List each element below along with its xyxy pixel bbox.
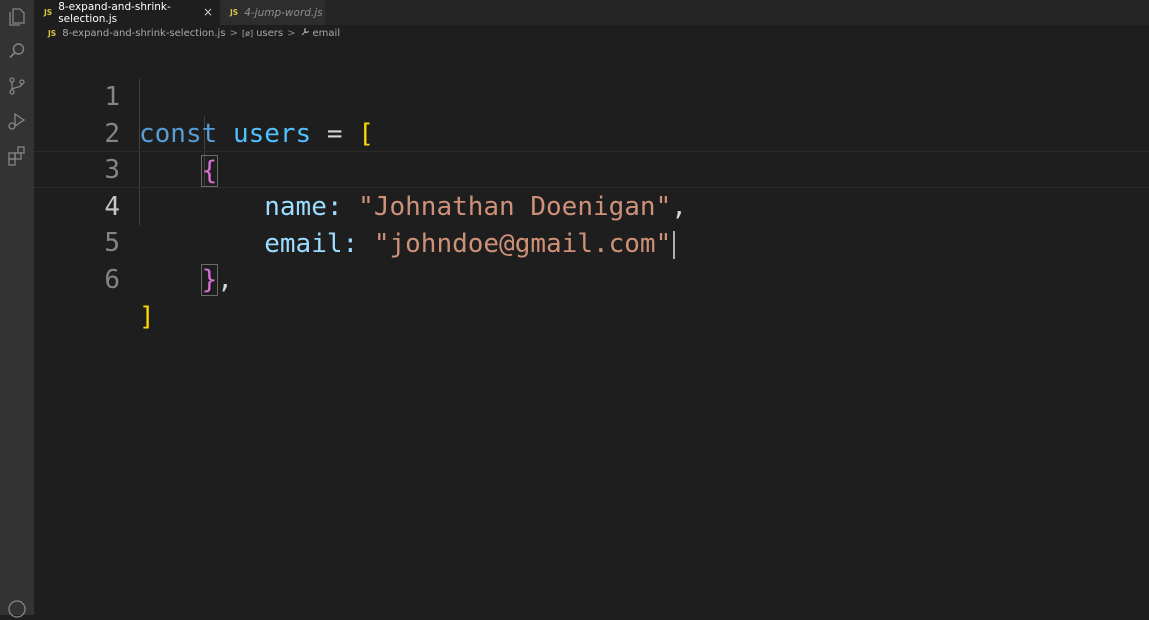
activity-bar (0, 0, 34, 618)
search-icon[interactable] (6, 40, 28, 62)
comma: , (217, 265, 233, 295)
source-control-icon[interactable] (6, 75, 28, 97)
account-icon[interactable] (6, 598, 28, 620)
code-line-2[interactable]: 2 { (34, 79, 1149, 187)
js-file-icon: JS (48, 28, 57, 38)
variable-icon: [ø] (241, 28, 254, 38)
breadcrumb: JS 8-expand-and-shrink-selection.js > [ø… (48, 25, 340, 41)
explorer-icon[interactable] (6, 6, 28, 28)
property-wrench-icon (300, 27, 310, 39)
code-line-6[interactable]: 6 ] (34, 225, 1149, 332)
close-icon[interactable]: × (202, 6, 214, 18)
js-file-icon: JS (44, 8, 53, 17)
breadcrumb-symbol-users[interactable]: users (256, 28, 283, 39)
code-line-5[interactable]: 5 }, (34, 188, 1149, 296)
js-file-icon: JS (230, 8, 239, 17)
run-debug-icon[interactable] (6, 110, 28, 132)
breadcrumb-symbol-email[interactable]: email (313, 28, 341, 39)
tab-bar: JS 8-expand-and-shrink-selection.js × JS… (34, 0, 1149, 25)
breadcrumb-separator: > (287, 27, 296, 39)
tab-label: 4-jump-word.js (244, 6, 323, 19)
tab-label: 8-expand-and-shrink-selection.js (58, 0, 171, 25)
breadcrumb-file[interactable]: 8-expand-and-shrink-selection.js (62, 28, 225, 39)
line-number: 6 (104, 265, 120, 295)
code-line-1[interactable]: 1 const users = [ (34, 42, 1149, 149)
tab-4-jump-word[interactable]: JS 4-jump-word.js (220, 0, 325, 25)
extensions-icon[interactable] (6, 145, 28, 167)
code-editor[interactable]: 1 const users = [ 2 { 3 name: "Johnathan… (34, 42, 1149, 615)
code-line-3[interactable]: 3 name: "Johnathan Doenigan", (34, 115, 1149, 222)
breadcrumb-separator: > (229, 27, 238, 39)
code-line-4-current[interactable]: 4 email: "johndoe@gmail.com" (34, 151, 1149, 259)
close-brace: } (200, 264, 219, 296)
tab-8-expand-and-shrink-selection[interactable]: JS 8-expand-and-shrink-selection.js × (34, 0, 220, 25)
close-bracket: ] (139, 302, 155, 332)
